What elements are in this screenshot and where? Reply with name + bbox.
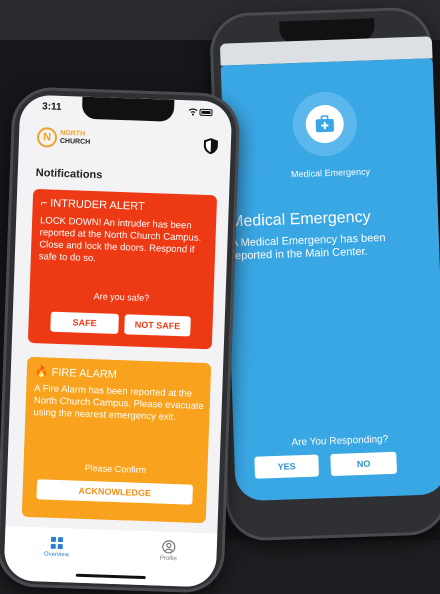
- responding-question: Are You Responding?: [291, 434, 389, 449]
- shield-icon[interactable]: [203, 137, 220, 156]
- fire-alarm-card: 🔥 FIRE ALARM A Fire Alarm has been repor…: [21, 356, 212, 524]
- phone-notch: [81, 96, 175, 122]
- intruder-alert-card: ⌐ INTRUDER ALERT LOCK DOWN! An intruder …: [27, 188, 218, 350]
- left-phone: 3:11 N NORTH CHURCH Notifications ⌐ INTR…: [0, 86, 241, 594]
- safe-button[interactable]: SAFE: [50, 311, 119, 335]
- status-time: 3:11: [41, 101, 62, 113]
- no-button[interactable]: NO: [330, 451, 398, 477]
- notifications-screen: 3:11 N NORTH CHURCH Notifications ⌐ INTR…: [3, 94, 233, 588]
- first-aid-icon: [305, 104, 345, 144]
- medical-icon-badge: [291, 90, 358, 158]
- logo-line2: CHURCH: [59, 137, 91, 146]
- logo-letter: N: [36, 127, 58, 148]
- right-phone: Medical Emergency Medical Emergency A Me…: [208, 6, 440, 542]
- tab-overview-label: Overview: [43, 551, 70, 559]
- fire-alarm-title: 🔥 FIRE ALARM: [35, 365, 118, 381]
- not-safe-button[interactable]: NOT SAFE: [124, 314, 191, 337]
- intruder-title-text: INTRUDER ALERT: [50, 197, 145, 213]
- safe-question: Are you safe?: [93, 291, 150, 304]
- confirm-question: Please Confirm: [84, 462, 147, 476]
- grid-icon: [50, 536, 64, 550]
- home-indicator: [75, 573, 146, 580]
- fire-alarm-body: A Fire Alarm has been reported at the No…: [33, 383, 204, 424]
- fire-icon: 🔥: [34, 366, 49, 379]
- intruder-alert-title: ⌐ INTRUDER ALERT: [41, 197, 145, 213]
- intruder-alert-body: LOCK DOWN! An intruder has been reported…: [38, 215, 202, 265]
- gun-icon: ⌐: [40, 197, 48, 210]
- wifi-battery-icon: [188, 107, 214, 119]
- acknowledge-button[interactable]: ACKNOWLEDGE: [36, 479, 193, 505]
- medical-description: A Medical Emergency has been reported in…: [230, 232, 386, 263]
- notifications-heading: Notifications: [35, 167, 103, 182]
- north-church-logo: N NORTH CHURCH: [36, 127, 91, 149]
- tab-profile-label: Profile: [159, 555, 177, 563]
- medical-title: Medical Emergency: [229, 208, 371, 231]
- tab-overview[interactable]: Overview: [26, 535, 87, 559]
- medical-small-label: Medical Emergency: [290, 166, 371, 180]
- logo-text: NORTH CHURCH: [60, 130, 91, 147]
- bottom-tab-bar: Overview Profile: [3, 526, 218, 588]
- fire-title-text: FIRE ALARM: [51, 366, 118, 381]
- tab-profile[interactable]: Profile: [138, 539, 199, 563]
- medical-emergency-screen: Medical Emergency Medical Emergency A Me…: [220, 58, 440, 502]
- yes-button[interactable]: YES: [254, 454, 320, 479]
- user-icon: [162, 540, 176, 554]
